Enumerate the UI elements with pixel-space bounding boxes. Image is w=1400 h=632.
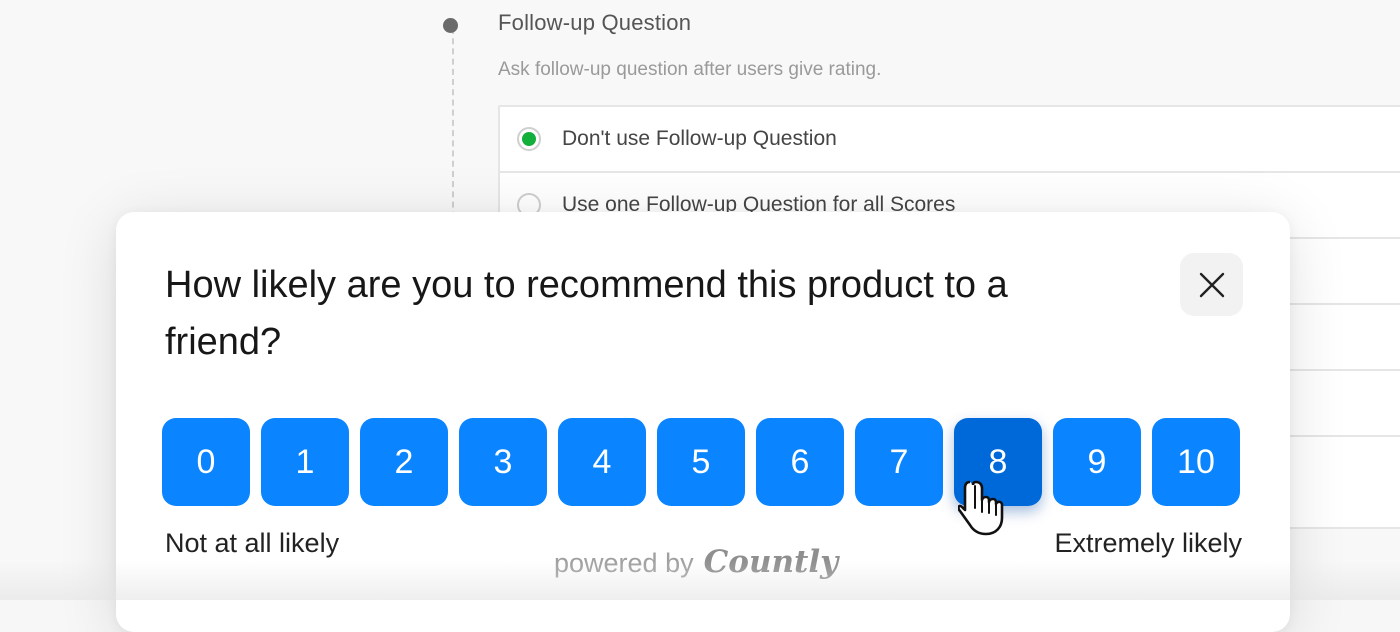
close-button[interactable]: [1180, 253, 1243, 316]
timeline-line: [452, 28, 454, 228]
option-no-follow-up[interactable]: Don't use Follow-up Question: [500, 107, 1400, 173]
score-button-10[interactable]: 10: [1152, 418, 1240, 506]
score-button-2[interactable]: 2: [360, 418, 448, 506]
score-button-5[interactable]: 5: [657, 418, 745, 506]
score-button-9[interactable]: 9: [1053, 418, 1141, 506]
score-button-0[interactable]: 0: [162, 418, 250, 506]
nps-survey-modal: How likely are you to recommend this pro…: [116, 212, 1290, 632]
low-end-label: Not at all likely: [165, 528, 340, 558]
radio-button-checked[interactable]: [517, 127, 541, 151]
brand-logo: Countly: [703, 544, 839, 580]
powered-by-text: powered by: [554, 548, 694, 578]
score-button-3[interactable]: 3: [459, 418, 547, 506]
powered-by-footer: powered by Countly: [554, 544, 838, 580]
score-button-7[interactable]: 7: [855, 418, 943, 506]
rating-scale: 0 1 2 3 4 5 6 7 8 9 10: [162, 418, 1240, 506]
option-label: Don't use Follow-up Question: [562, 127, 837, 150]
close-icon: [1199, 272, 1224, 297]
timeline-dot: [443, 18, 458, 33]
score-button-4[interactable]: 4: [558, 418, 646, 506]
score-button-6[interactable]: 6: [756, 418, 844, 506]
section-title: Follow-up Question: [498, 10, 692, 35]
survey-question: How likely are you to recommend this pro…: [165, 264, 1008, 363]
high-end-label: Extremely likely: [1054, 528, 1242, 558]
hand-pointer-icon: [958, 480, 1004, 536]
score-button-1[interactable]: 1: [261, 418, 349, 506]
section-description: Ask follow-up question after users give …: [498, 59, 882, 80]
